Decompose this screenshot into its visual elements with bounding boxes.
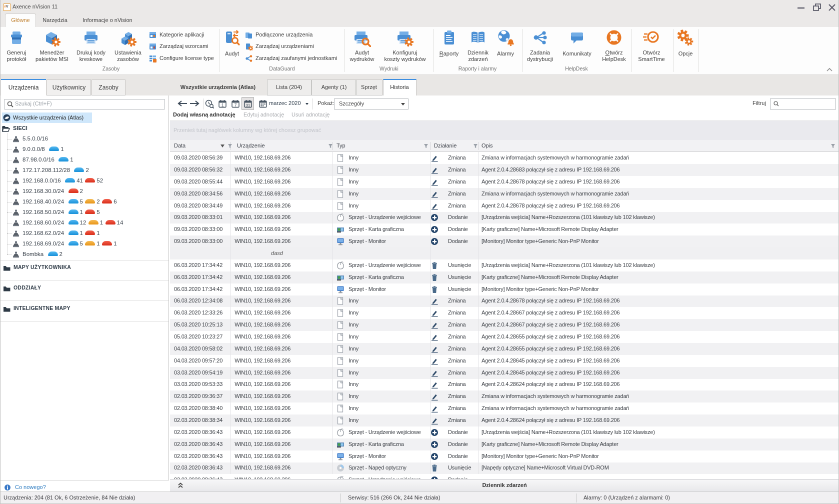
svg-text:31: 31 bbox=[246, 104, 250, 108]
svg-text:7: 7 bbox=[234, 103, 237, 108]
svg-text:1: 1 bbox=[221, 103, 224, 108]
